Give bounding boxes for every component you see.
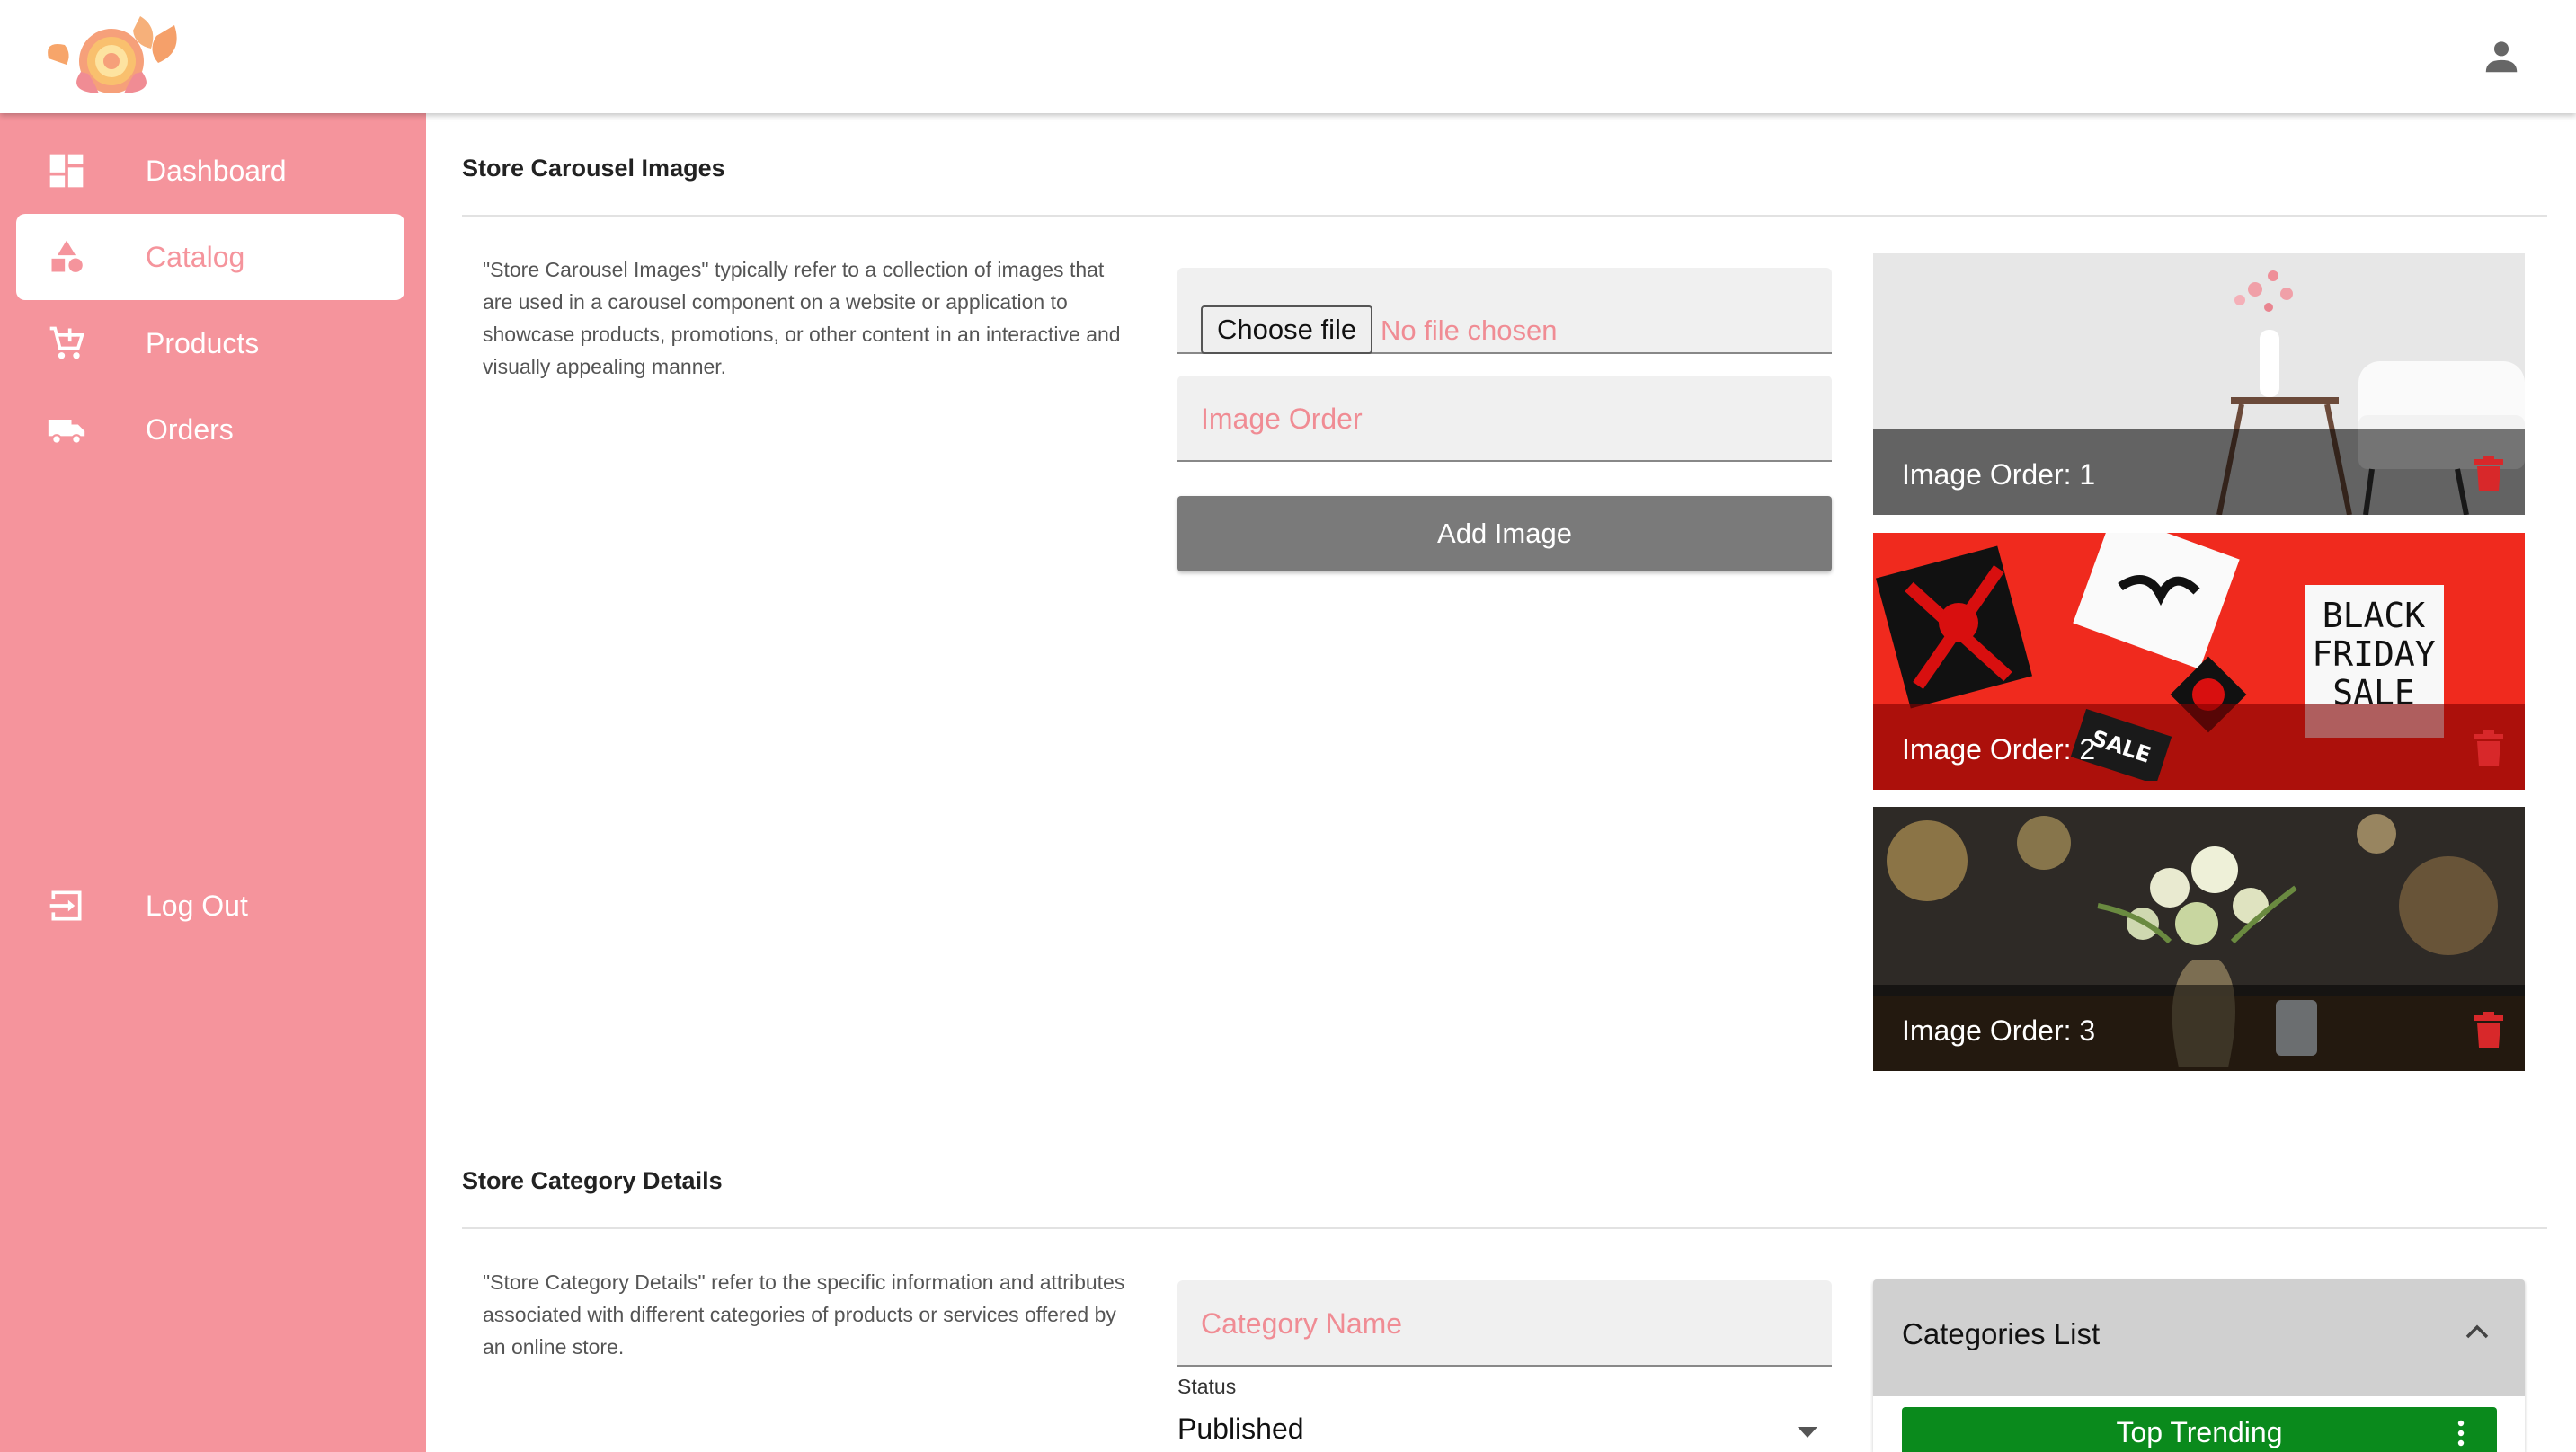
sidebar: Dashboard Catalog Products Orders Log Ou…: [0, 113, 426, 1452]
dashboard-icon: [49, 154, 84, 188]
nav-label-dashboard: Dashboard: [146, 154, 287, 187]
nav-item-dashboard[interactable]: Dashboard: [16, 128, 404, 214]
carousel-description: "Store Carousel Images" typically refer …: [483, 258, 1121, 378]
logout-button[interactable]: Log Out: [16, 863, 404, 949]
truck-icon: [48, 420, 85, 445]
carousel-image-card: Image Order: 1: [1873, 253, 2525, 515]
image-order-field[interactable]: Image Order: [1177, 376, 1832, 462]
image-order-caption: Image Order: 1: [1902, 458, 2096, 491]
nav-item-products[interactable]: Products: [16, 300, 404, 386]
top-bar: [0, 0, 2576, 113]
status-label: Status: [1177, 1375, 1237, 1398]
banner-line-2: FRIDAY: [2312, 634, 2435, 674]
delete-icon[interactable]: [2474, 1012, 2503, 1048]
category-name-field[interactable]: Category Name: [1177, 1280, 1832, 1367]
carousel-image-card: BLACK FRIDAY SALE SALE Image Order: 2: [1873, 533, 2525, 790]
category-section-title: Store Category Details: [462, 1167, 723, 1194]
more-vert-icon[interactable]: [2457, 1420, 2465, 1447]
account-icon[interactable]: [2481, 36, 2522, 77]
category-item[interactable]: Top Trending: [1902, 1407, 2497, 1452]
carousel-image-card: Image Order: 3: [1873, 807, 2525, 1071]
dropdown-arrow-icon[interactable]: [1798, 1427, 1817, 1438]
categories-list-title: Categories List: [1902, 1317, 2101, 1350]
nav-label-orders: Orders: [146, 412, 234, 446]
banner-line-1: BLACK: [2323, 596, 2426, 635]
nav-item-orders[interactable]: Orders: [16, 386, 404, 473]
category-icon: [51, 240, 83, 272]
delete-icon[interactable]: [2474, 456, 2503, 491]
nav-item-catalog[interactable]: Catalog: [16, 214, 404, 300]
nav-label-products: Products: [146, 326, 260, 359]
brand-logo[interactable]: [40, 9, 185, 99]
category-divider: [462, 1227, 2547, 1229]
categories-list-panel[interactable]: Categories List Top Trending: [1873, 1279, 2525, 1452]
delete-icon[interactable]: [2474, 730, 2503, 766]
category-item-label: Top Trending: [2116, 1416, 2283, 1448]
category-name-placeholder: Category Name: [1201, 1307, 1403, 1340]
logout-label: Log Out: [146, 889, 248, 922]
file-status: No file chosen: [1381, 314, 1558, 346]
choose-file-button[interactable]: Choose file: [1201, 305, 1373, 354]
nav-label-catalog: Catalog: [146, 240, 245, 273]
image-order-caption: Image Order: 2: [1902, 733, 2096, 766]
logout-icon: [49, 890, 82, 921]
carousel-section-title: Store Carousel Images: [462, 155, 725, 182]
image-order-caption: Image Order: 3: [1902, 1014, 2096, 1047]
category-description: "Store Category Details" refer to the sp…: [483, 1270, 1125, 1359]
cart-icon: [49, 326, 84, 359]
image-file-input[interactable]: Choose file No file chosen: [1177, 268, 1832, 354]
chevron-up-icon[interactable]: [2465, 1324, 2489, 1339]
add-image-button[interactable]: Add Image: [1177, 496, 1832, 571]
status-select[interactable]: Published: [1177, 1412, 1304, 1446]
image-order-placeholder: Image Order: [1201, 403, 1363, 435]
carousel-divider: [462, 215, 2547, 217]
